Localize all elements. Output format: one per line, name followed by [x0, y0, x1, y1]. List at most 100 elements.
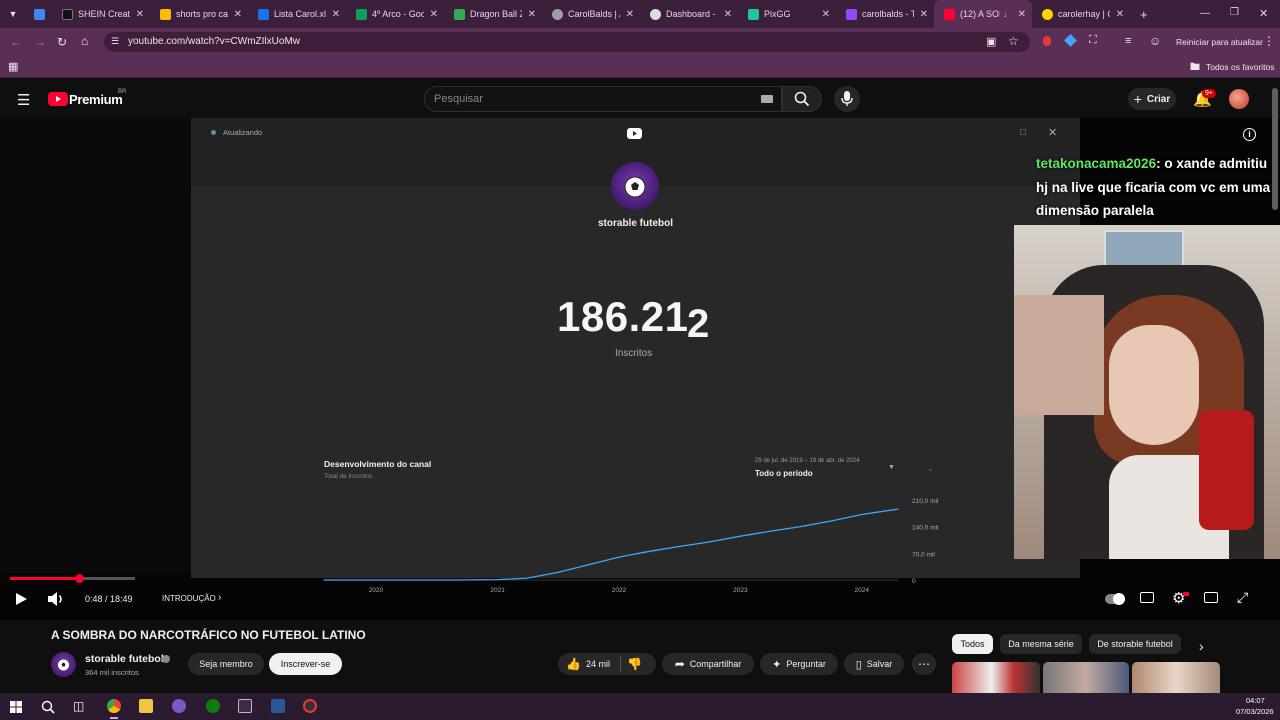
page-scrollbar[interactable]	[1272, 88, 1278, 210]
close-icon[interactable]: ✕	[1116, 9, 1124, 20]
browser-tab[interactable]: Lista Carol.xlsx ✕	[248, 0, 346, 28]
browser-tab[interactable]: carolbalds - Tw ✕	[836, 0, 934, 28]
all-bookmarks-label[interactable]: Todos os favoritos	[1206, 62, 1275, 72]
tab-search-icon[interactable]: ▼	[0, 9, 26, 19]
home-icon[interactable]: ⌂	[81, 34, 88, 48]
close-icon[interactable]: ✕	[1048, 126, 1057, 139]
play-icon[interactable]	[14, 592, 28, 606]
chip-all[interactable]: Todos	[952, 634, 993, 654]
browser-tab[interactable]: PixGG ✕	[738, 0, 836, 28]
save-button[interactable]: ▯ Salvar	[844, 653, 904, 675]
taskbar-search-icon[interactable]	[41, 700, 55, 714]
like-count[interactable]: 24 mil	[586, 659, 610, 669]
close-icon[interactable]: ✕	[528, 9, 536, 20]
windows-start-icon[interactable]	[10, 701, 22, 713]
autoplay-toggle[interactable]	[1105, 593, 1125, 605]
avatar[interactable]	[1229, 89, 1249, 109]
speaker-icon[interactable]: ♩	[1004, 10, 1012, 19]
close-icon[interactable]: ✕	[626, 9, 634, 20]
recommended-thumbnail[interactable]	[1043, 662, 1129, 693]
browser-tab[interactable]: Dragon Ball Z ✕	[444, 0, 542, 28]
app-icon[interactable]	[303, 699, 317, 713]
clock-time[interactable]: 04:07	[1246, 696, 1265, 705]
browser-tab[interactable]: shorts pro car ✕	[150, 0, 248, 28]
maximize-icon[interactable]: ❐	[1230, 7, 1239, 18]
update-button[interactable]: Reiniciar para atualizar	[1176, 37, 1263, 47]
fullscreen-icon[interactable]: ⤢	[1237, 589, 1248, 606]
subtitles-icon[interactable]	[1140, 592, 1154, 603]
profile-icon[interactable]: ☺	[1149, 34, 1161, 48]
bookmark-star-icon[interactable]: ☆	[1008, 34, 1019, 48]
search-icon[interactable]	[794, 91, 810, 107]
miniplayer-icon[interactable]	[1204, 592, 1218, 603]
chevron-down-icon[interactable]: ⌄	[927, 464, 934, 473]
close-icon[interactable]: ✕	[1018, 9, 1026, 20]
progress-bar-track[interactable]	[10, 574, 135, 583]
file-explorer-icon[interactable]	[139, 699, 153, 713]
chevron-down-icon[interactable]: ▼	[888, 464, 895, 471]
close-icon[interactable]: ✕	[920, 9, 928, 20]
browser-tab[interactable]: 4º Arco - Goo ✕	[346, 0, 444, 28]
progress-scrubber[interactable]	[75, 574, 85, 583]
task-view-icon[interactable]: ◫	[73, 699, 84, 713]
share-button[interactable]: ➦ Compartilhar	[662, 653, 754, 675]
extension-icon[interactable]	[1043, 36, 1051, 46]
chevron-right-icon[interactable]: ›	[218, 592, 221, 603]
chip-same-series[interactable]: Da mesma série	[1000, 634, 1082, 654]
browser-tab[interactable]	[26, 0, 52, 28]
join-button[interactable]: Seja membro	[188, 653, 264, 675]
close-icon[interactable]: ✕	[234, 9, 242, 20]
browser-tab[interactable]: carolerhay | C ✕	[1032, 0, 1130, 28]
browser-tab-active[interactable]: (12) A SOI ♩ ✕	[934, 0, 1032, 28]
url-text[interactable]: youtube.com/watch?v=CWmZIlxUoMw	[128, 36, 300, 47]
chip-from-channel[interactable]: De storable futebol	[1089, 634, 1181, 654]
new-tab-icon[interactable]: +	[1140, 7, 1148, 22]
vpn-icon[interactable]	[238, 699, 252, 713]
volume-icon[interactable]	[47, 591, 65, 607]
ask-button[interactable]: ✦ Perguntar	[760, 653, 838, 675]
more-actions-button[interactable]: ⋯	[912, 653, 936, 675]
media-control-icon[interactable]: ≡	[1125, 35, 1131, 47]
word-icon[interactable]	[271, 699, 285, 713]
obs-icon[interactable]	[172, 699, 186, 713]
close-icon[interactable]: ✕	[136, 9, 144, 20]
close-icon[interactable]: ✕	[430, 9, 438, 20]
chapter-label[interactable]: INTRODUÇÃO	[162, 594, 216, 603]
webcam-overlay	[1014, 225, 1280, 559]
browser-tab[interactable]: SHEIN Creator ✕	[52, 0, 150, 28]
info-icon[interactable]: i	[1243, 128, 1256, 141]
chevron-right-icon[interactable]: ›	[1199, 638, 1204, 654]
channel-link[interactable]: storable futebol	[85, 653, 164, 665]
close-window-icon[interactable]: ✕	[1259, 7, 1268, 20]
channel-avatar[interactable]	[51, 652, 76, 677]
chart-title: Desenvolvimento do canal	[324, 459, 432, 469]
forward-icon[interactable]: →	[34, 35, 46, 49]
close-icon[interactable]: ✕	[724, 9, 732, 20]
thumbs-down-icon[interactable]: 👎	[627, 657, 642, 671]
subscribe-button[interactable]: Inscrever-se	[269, 653, 342, 675]
extensions-puzzle-icon[interactable]: ⛶	[1089, 34, 1097, 47]
period-select[interactable]: Todo o período	[755, 469, 813, 478]
keyboard-icon[interactable]	[761, 95, 773, 103]
browser-tab[interactable]: CarolBalds | A ✕	[542, 0, 640, 28]
create-button[interactable]: + Criar	[1128, 88, 1176, 110]
back-icon[interactable]: ←	[10, 35, 22, 49]
site-info-icon[interactable]: ☰	[111, 36, 119, 47]
recommended-thumbnail[interactable]	[952, 662, 1040, 693]
clock-date[interactable]: 07/03/2026	[1236, 707, 1274, 716]
hamburger-menu-icon[interactable]: ☰	[17, 91, 30, 109]
browser-tab[interactable]: Dashboard - I ✕	[640, 0, 738, 28]
install-icon[interactable]: ▣	[986, 35, 996, 48]
close-icon[interactable]: ✕	[822, 9, 830, 20]
thumbs-up-icon[interactable]: 👍	[566, 657, 581, 671]
minimize-icon[interactable]: —	[1200, 8, 1210, 19]
menu-icon[interactable]: ⋮	[1263, 34, 1275, 48]
bookmark-icon[interactable]: □	[1020, 127, 1026, 138]
apps-grid-icon[interactable]: ▦	[8, 60, 18, 73]
youtube-logo[interactable]	[48, 92, 68, 106]
xbox-icon[interactable]	[206, 699, 220, 713]
close-icon[interactable]: ✕	[332, 9, 340, 20]
recommended-thumbnail[interactable]	[1132, 662, 1220, 693]
reload-icon[interactable]: ↻	[57, 35, 67, 49]
chrome-icon[interactable]	[107, 699, 121, 713]
